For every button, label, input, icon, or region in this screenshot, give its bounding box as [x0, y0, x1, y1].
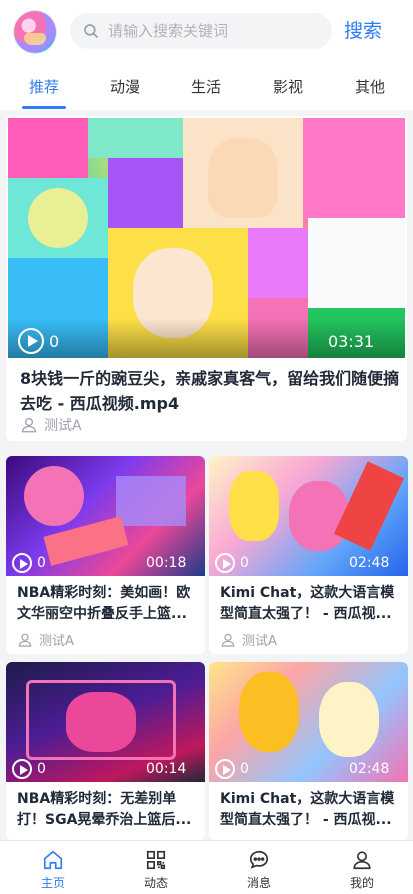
nav-messages-label: 消息 — [246, 876, 271, 890]
author-name: 测试A — [44, 418, 82, 434]
nav-feed-label: 动态 — [143, 876, 168, 890]
view-count-value: 0 — [37, 761, 46, 777]
video-author: 测试A — [17, 630, 74, 649]
nav-feed[interactable]: 动态 — [116, 841, 196, 894]
avatar[interactable] — [14, 11, 56, 53]
view-count-value: 0 — [49, 331, 60, 351]
tab-life[interactable]: 生活 — [191, 76, 221, 97]
featured-video-card[interactable]: 0 03:31 8块钱一斤的豌豆尖，亲戚家真客气，留给我们随便摘去吃 - 西瓜视… — [6, 116, 407, 441]
video-title[interactable]: Kimi Chat，这款大语言模型简直太强了！ - 西瓜视... — [220, 583, 402, 625]
video-card[interactable]: 0 02:48 Kimi Chat，这款大语言模型简直太强了！ - 西瓜视...… — [209, 456, 408, 654]
header: 搜索 推荐 动漫 生活 影视 其他 — [0, 0, 413, 110]
message-icon — [249, 850, 269, 869]
nav-home[interactable]: 主页 — [13, 841, 93, 894]
video-title[interactable]: NBA精彩时刻：无差别单打！SGA晃晕乔治上篮后... — [17, 789, 199, 831]
search-bar[interactable] — [70, 13, 332, 49]
video-thumbnail[interactable]: 0 00:18 — [6, 456, 205, 576]
nav-profile-label: 我的 — [349, 876, 374, 890]
author-name: 测试A — [242, 634, 277, 649]
bottom-nav: 主页 动态 消息 我的 — [0, 840, 413, 894]
search-icon — [84, 24, 98, 38]
video-duration: 03:31 — [328, 332, 375, 351]
video-author: 测试A — [220, 630, 277, 649]
play-icon — [12, 553, 32, 573]
video-duration: 00:18 — [146, 555, 187, 571]
tab-anime[interactable]: 动漫 — [110, 76, 140, 97]
active-tab-indicator — [22, 106, 66, 109]
tab-recommend[interactable]: 推荐 — [29, 76, 59, 97]
view-count: 0 — [12, 759, 46, 779]
play-icon — [18, 328, 44, 354]
play-icon — [12, 759, 32, 779]
video-duration: 02:48 — [349, 761, 390, 777]
video-card[interactable]: 0 02:48 Kimi Chat，这款大语言模型简直太强了！ - 西瓜视... — [209, 662, 408, 840]
search-input[interactable] — [108, 22, 328, 40]
author-name: 测试A — [39, 634, 74, 649]
category-tabs: 推荐 动漫 生活 影视 其他 — [0, 68, 413, 110]
tab-movies[interactable]: 影视 — [273, 76, 303, 97]
play-icon — [215, 553, 235, 573]
nav-messages[interactable]: 消息 — [219, 841, 299, 894]
qrcode-icon — [146, 850, 166, 870]
video-thumbnail[interactable]: 0 02:48 — [209, 456, 408, 576]
play-icon — [215, 759, 235, 779]
video-card[interactable]: 0 00:14 NBA精彩时刻：无差别单打！SGA晃晕乔治上篮后... — [6, 662, 205, 840]
video-title[interactable]: NBA精彩时刻：美如画！欧文华丽空中折叠反手上篮... — [17, 583, 199, 625]
user-icon — [221, 633, 235, 647]
view-count-value: 0 — [240, 555, 249, 571]
featured-author: 测试A — [20, 415, 82, 435]
video-card[interactable]: 0 00:18 NBA精彩时刻：美如画！欧文华丽空中折叠反手上篮... 测试A — [6, 456, 205, 654]
user-icon — [21, 417, 37, 433]
video-duration: 02:48 — [349, 555, 390, 571]
view-count: 0 — [215, 553, 249, 573]
featured-video-thumbnail[interactable]: 0 03:31 — [8, 118, 405, 358]
video-thumbnail[interactable]: 0 02:48 — [209, 662, 408, 782]
view-count: 0 — [215, 759, 249, 779]
view-count-value: 0 — [240, 761, 249, 777]
home-icon — [43, 850, 63, 870]
search-button[interactable]: 搜索 — [344, 16, 382, 43]
featured-video-title[interactable]: 8块钱一斤的豌豆尖，亲戚家真客气，留给我们随便摘去吃 - 西瓜视频.mp4 — [20, 366, 400, 416]
view-count-value: 0 — [37, 555, 46, 571]
video-thumbnail[interactable]: 0 00:14 — [6, 662, 205, 782]
view-count: 0 — [18, 328, 59, 354]
app-root: 搜索 推荐 动漫 生活 影视 其他 — [0, 0, 413, 894]
nav-profile[interactable]: 我的 — [322, 841, 402, 894]
tab-other[interactable]: 其他 — [355, 76, 385, 97]
user-icon — [18, 633, 32, 647]
view-count: 0 — [12, 553, 46, 573]
video-duration: 00:14 — [146, 761, 187, 777]
video-title[interactable]: Kimi Chat，这款大语言模型简直太强了！ - 西瓜视... — [220, 789, 402, 831]
nav-home-label: 主页 — [40, 876, 65, 890]
user-icon — [353, 851, 371, 870]
